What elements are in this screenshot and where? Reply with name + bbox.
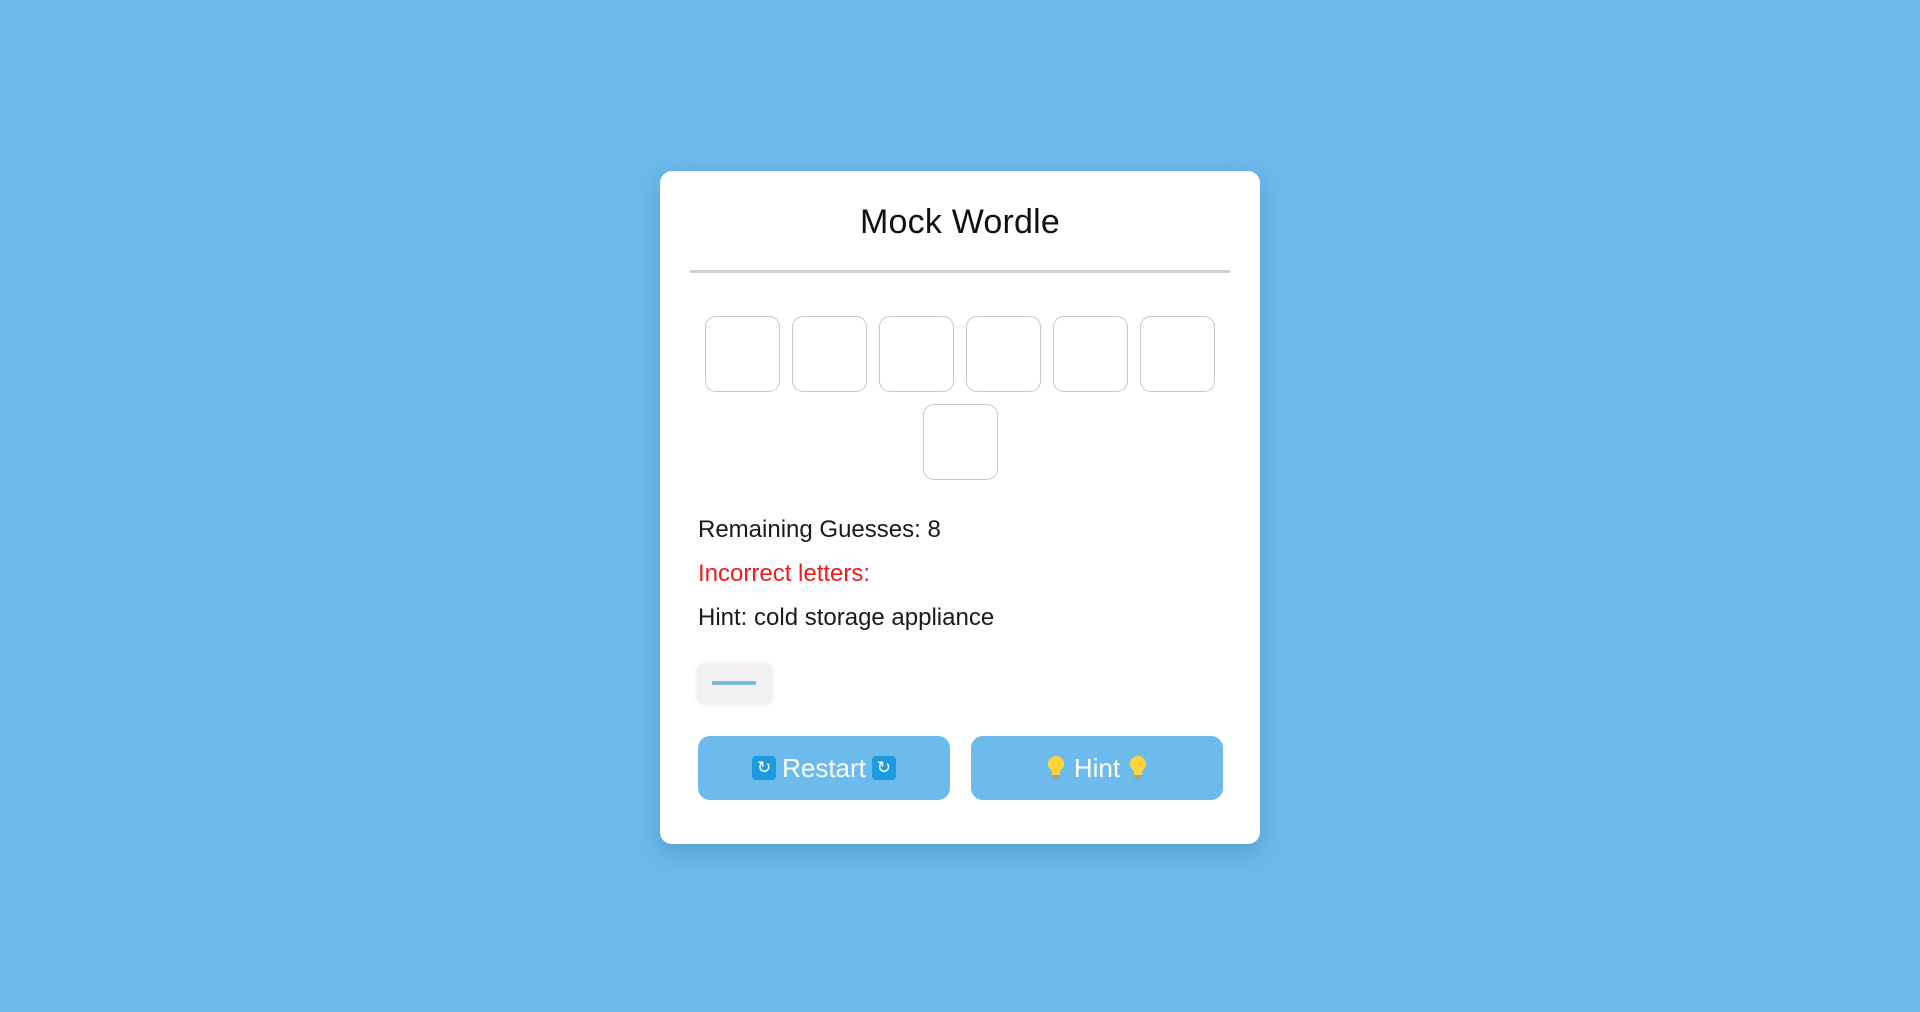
guess-input[interactable] [712,681,756,685]
letter-tile [705,316,780,392]
light-bulb-icon [1047,756,1064,779]
counterclockwise-arrows-icon: ↻ [752,756,777,780]
restart-button[interactable]: ↻ Restart ↻ [698,736,950,800]
letter-tile [922,404,998,480]
letter-tile [966,316,1041,392]
letter-tile [1053,316,1128,392]
letter-tile [879,316,954,392]
incorrect-letters: Incorrect letters: [698,560,871,587]
word-tiles [690,316,1230,480]
hint-button[interactable]: Hint [971,736,1223,800]
hint-label: Hint [1073,752,1121,783]
hint-text: Hint: cold storage appliance [698,604,995,631]
game-title: Mock Wordle [860,203,1060,241]
letter-tile [1140,316,1215,392]
guess-input-container [698,664,771,704]
game-card: Mock Wordle Remaining Guesses: 8 Incorre… [660,171,1260,844]
counterclockwise-arrows-icon: ↻ [871,756,896,780]
restart-label: Restart [782,752,866,783]
light-bulb-icon [1130,756,1147,779]
letter-tile [792,316,867,392]
title-divider [690,270,1230,273]
remaining-guesses: Remaining Guesses: 8 [698,516,941,543]
